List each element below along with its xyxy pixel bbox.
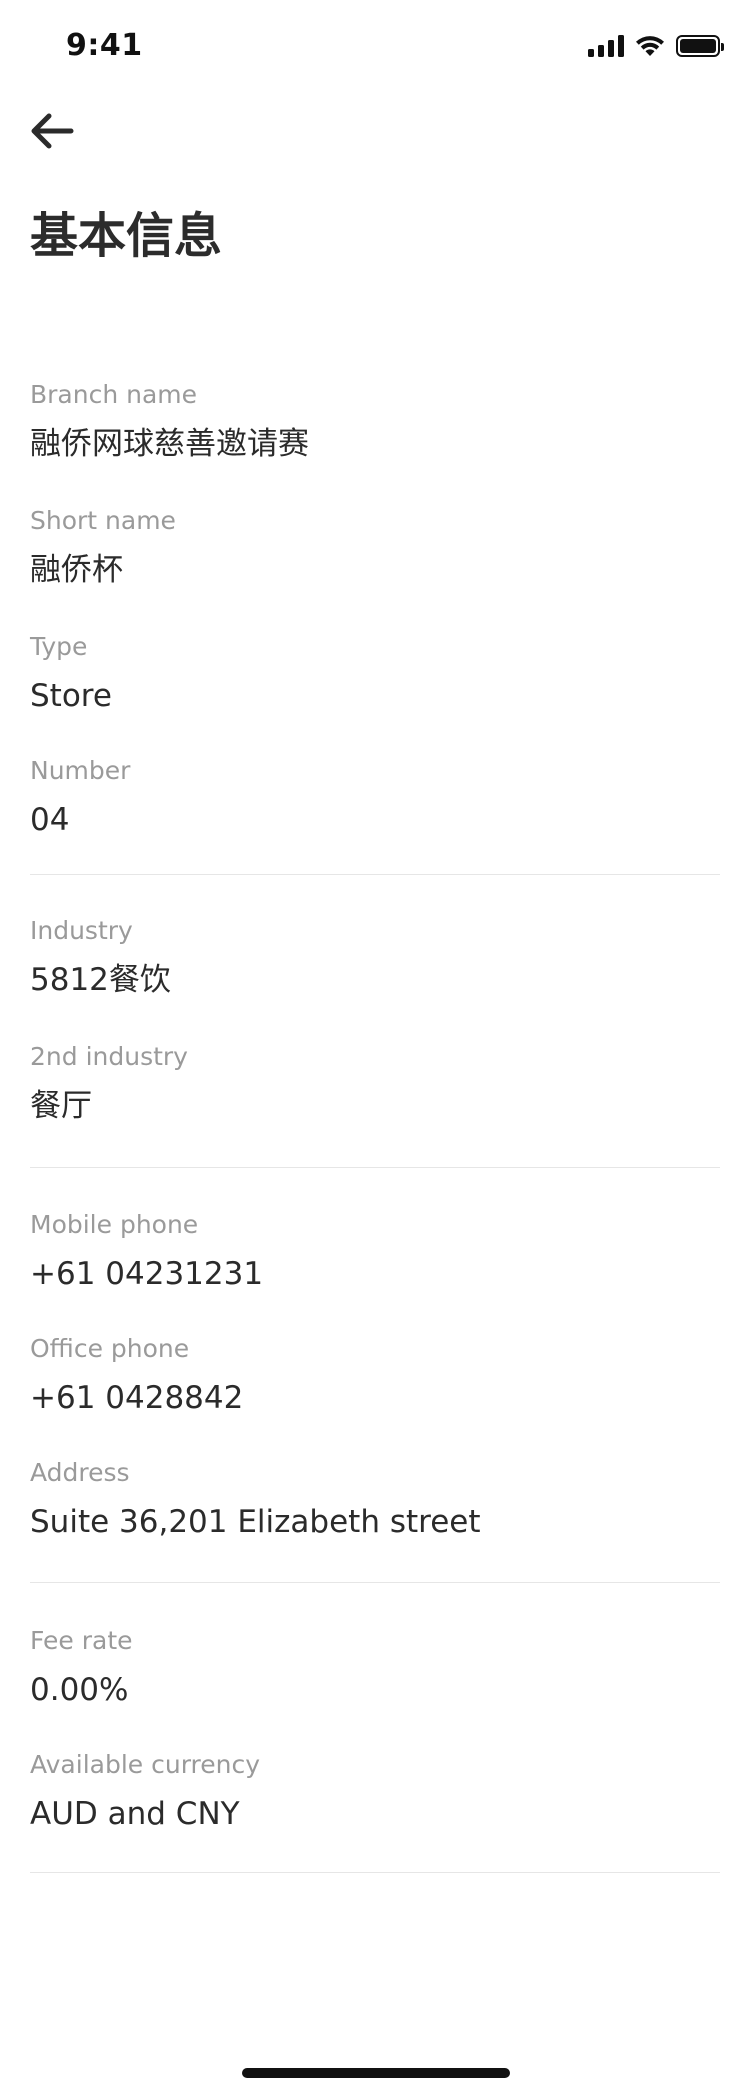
field-address: Address Suite 36,201 Elizabeth street [30, 1456, 720, 1544]
field-mobile-phone: Mobile phone +61 04231231 [30, 1208, 720, 1296]
field-value: 餐厅 [30, 1088, 92, 1124]
field-value: +61 0428842 [30, 1380, 244, 1416]
field-label: 2nd industry [30, 1042, 188, 1071]
field-office-phone: Office phone +61 0428842 [30, 1332, 720, 1420]
field-value: AUD and CNY [30, 1796, 240, 1832]
field-label: Short name [30, 506, 176, 535]
section-divider [30, 874, 720, 875]
field-value: 04 [30, 802, 70, 838]
field-value: 融侨杯 [30, 552, 123, 588]
field-2nd-industry: 2nd industry 餐厅 [30, 1040, 720, 1128]
field-available-currency: Available currency AUD and CNY [30, 1748, 720, 1836]
page-title: 基本信息 [30, 208, 223, 264]
field-type: Type Store [30, 630, 720, 718]
field-value: Store [30, 678, 112, 714]
field-fee-rate: Fee rate 0.00% [30, 1624, 720, 1712]
field-value: Suite 36,201 Elizabeth street [30, 1504, 481, 1540]
signal-icon [588, 35, 624, 57]
field-branch-name: Branch name 融侨网球慈善邀请赛 [30, 378, 720, 466]
field-industry: Industry 5812餐饮 [30, 914, 720, 1002]
wifi-icon [636, 36, 664, 56]
field-label: Type [30, 632, 88, 661]
field-label: Mobile phone [30, 1210, 199, 1239]
field-value: 融侨网球慈善邀请赛 [30, 426, 309, 462]
field-value: +61 04231231 [30, 1256, 264, 1292]
field-label: Branch name [30, 380, 198, 409]
status-time: 9:41 [66, 28, 143, 63]
field-label: Address [30, 1458, 130, 1487]
back-button[interactable] [26, 108, 78, 154]
arrow-left-icon [31, 113, 74, 149]
field-number: Number 04 [30, 754, 720, 842]
section-divider [30, 1167, 720, 1168]
section-divider [30, 1872, 720, 1873]
field-value: 0.00% [30, 1672, 129, 1708]
home-indicator[interactable] [242, 2068, 510, 2078]
battery-icon [676, 35, 724, 57]
status-icons [588, 32, 724, 60]
status-bar: 9:41 [0, 0, 750, 94]
field-label: Office phone [30, 1334, 190, 1363]
field-label: Fee rate [30, 1626, 133, 1655]
field-label: Number [30, 756, 131, 785]
field-label: Available currency [30, 1750, 261, 1779]
field-value: 5812餐饮 [30, 962, 171, 998]
section-divider [30, 1582, 720, 1583]
field-short-name: Short name 融侨杯 [30, 504, 720, 592]
field-label: Industry [30, 916, 133, 945]
